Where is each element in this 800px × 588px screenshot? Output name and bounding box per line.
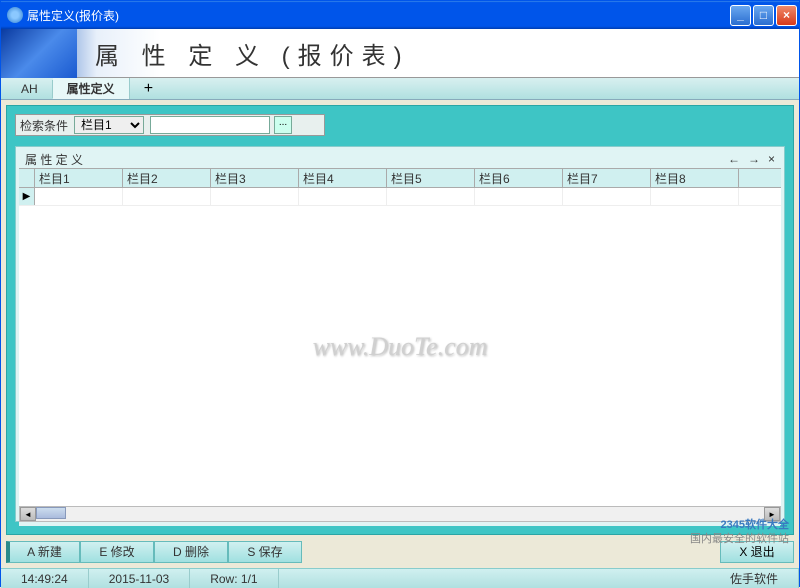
grid-corner <box>19 169 35 187</box>
maximize-button[interactable]: □ <box>753 5 774 26</box>
exit-button[interactable]: X 退出 <box>720 541 794 563</box>
cell[interactable] <box>299 188 387 205</box>
window-title: 属性定义(报价表) <box>27 7 730 24</box>
grid-nav-next-icon[interactable]: → <box>748 152 760 166</box>
row-marker-icon: ▶ <box>19 188 35 205</box>
column-header[interactable]: 栏目2 <box>123 169 211 187</box>
scroll-left-button[interactable]: ◄ <box>20 507 36 521</box>
search-browse-button[interactable]: ... <box>274 116 292 134</box>
scroll-track[interactable] <box>36 507 764 521</box>
grid-body[interactable]: ▶ www.DuoTe.com <box>19 188 781 506</box>
search-bar: 检索条件 栏目1 ... <box>15 114 325 136</box>
table-row[interactable]: ▶ <box>19 188 781 206</box>
status-time: 14:49:24 <box>1 569 89 588</box>
tab-add[interactable]: + <box>130 78 167 100</box>
titlebar[interactable]: 属性定义(报价表) _ □ × <box>1 1 799 29</box>
cell[interactable] <box>123 188 211 205</box>
cell[interactable] <box>475 188 563 205</box>
app-window: 属性定义(报价表) _ □ × 属 性 定 义 (报价表) AH 属性定义 + … <box>0 0 800 587</box>
status-brand: 佐手软件 <box>710 569 799 588</box>
status-date: 2015-11-03 <box>89 569 191 588</box>
scroll-right-button[interactable]: ► <box>764 507 780 521</box>
column-header[interactable]: 栏目5 <box>387 169 475 187</box>
search-input[interactable] <box>150 116 270 134</box>
column-header[interactable]: 栏目7 <box>563 169 651 187</box>
toolbar: A 新建 E 修改 D 删除 S 保存 X 退出 <box>6 540 794 563</box>
cell[interactable] <box>387 188 475 205</box>
grid-nav-prev-icon[interactable]: ← <box>728 152 740 166</box>
delete-button[interactable]: D 删除 <box>154 541 228 563</box>
cell[interactable] <box>211 188 299 205</box>
grid-title: 属 性 定 义 <box>25 151 83 168</box>
grid-close-icon[interactable]: × <box>768 152 775 166</box>
header-banner: 属 性 定 义 (报价表) <box>1 29 799 78</box>
column-header[interactable]: 栏目1 <box>35 169 123 187</box>
edit-button[interactable]: E 修改 <box>80 541 154 563</box>
grid-header: 栏目1 栏目2 栏目3 栏目4 栏目5 栏目6 栏目7 栏目8 <box>19 168 781 188</box>
search-field-select[interactable]: 栏目1 <box>74 116 144 134</box>
cell[interactable] <box>563 188 651 205</box>
cell[interactable] <box>35 188 123 205</box>
column-header[interactable]: 栏目4 <box>299 169 387 187</box>
close-button[interactable]: × <box>776 5 797 26</box>
column-header[interactable]: 栏目8 <box>651 169 739 187</box>
minimize-button[interactable]: _ <box>730 5 751 26</box>
tabs-bar: AH 属性定义 + <box>1 78 799 100</box>
banner-logo <box>1 29 77 78</box>
page-title: 属 性 定 义 (报价表) <box>95 36 410 71</box>
tab-ah[interactable]: AH <box>7 80 53 98</box>
column-header[interactable]: 栏目6 <box>475 169 563 187</box>
watermark: www.DuoTe.com <box>313 332 488 362</box>
search-label: 检索条件 <box>20 117 68 134</box>
new-button[interactable]: A 新建 <box>6 541 80 563</box>
column-header[interactable]: 栏目3 <box>211 169 299 187</box>
app-icon <box>7 7 23 23</box>
save-button[interactable]: S 保存 <box>228 541 302 563</box>
status-row: Row: 1/1 <box>190 569 278 588</box>
scroll-thumb[interactable] <box>36 507 66 519</box>
cell[interactable] <box>651 188 739 205</box>
status-bar: 14:49:24 2015-11-03 Row: 1/1 佐手软件 <box>1 568 799 588</box>
tab-property-definition[interactable]: 属性定义 <box>53 78 130 99</box>
content-area: 检索条件 栏目1 ... 属 性 定 义 ← → × 栏目1 栏目2 栏目3 <box>6 105 794 535</box>
data-grid: 属 性 定 义 ← → × 栏目1 栏目2 栏目3 栏目4 栏目5 栏目6 栏目… <box>15 146 785 522</box>
horizontal-scrollbar[interactable]: ◄ ► <box>19 506 781 522</box>
